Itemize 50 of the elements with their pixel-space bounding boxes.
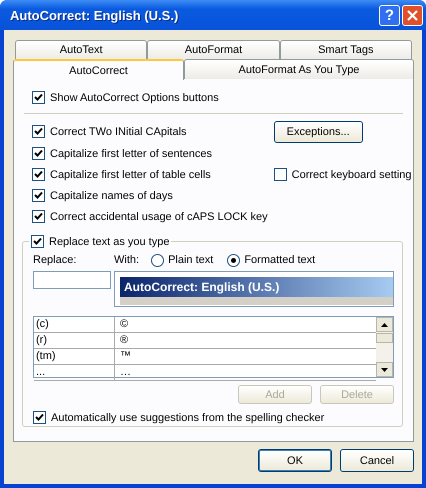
exceptions-button[interactable]: Exceptions...	[274, 121, 363, 143]
close-icon[interactable]	[407, 10, 418, 20]
checkbox[interactable]	[31, 235, 44, 248]
checkbox[interactable]	[32, 168, 45, 181]
radio-button[interactable]	[151, 254, 164, 266]
checkbox-label: Correct accidental usage of cAPS LOCK key	[50, 210, 268, 222]
checkbox-label: Show AutoCorrect Options buttons	[50, 92, 219, 104]
scrollbar[interactable]	[376, 317, 393, 377]
tab[interactable]: AutoFormat	[147, 40, 280, 59]
scroll-up-icon[interactable]	[376, 317, 393, 332]
tab[interactable]: AutoCorrect	[13, 59, 184, 80]
with-label: With:	[114, 254, 140, 266]
checkbox-label: Automatically use suggestions from the spelling checker	[51, 412, 324, 424]
list-row[interactable]: ... …	[34, 365, 376, 381]
tab[interactable]: AutoFormat As You Type	[184, 59, 414, 79]
help-button[interactable]: ?	[379, 4, 400, 26]
checkbox[interactable]	[32, 210, 45, 223]
replace-label: Replace:	[33, 254, 78, 266]
checkbox[interactable]	[32, 147, 45, 160]
checkbox-label: Capitalize first letter of table cells	[50, 168, 211, 180]
tab[interactable]: AutoText	[15, 40, 148, 59]
list-row[interactable]: (c) ©	[34, 317, 376, 333]
checkbox[interactable]	[32, 189, 45, 202]
scroll-down-icon[interactable]	[376, 362, 393, 377]
window-title: AutoCorrect: English (U.S.)	[9, 8, 180, 22]
tab[interactable]: Smart Tags	[280, 40, 412, 59]
replace-cell-text: (r)	[35, 333, 48, 348]
radio-button[interactable]	[227, 254, 240, 266]
checkbox-label: Correct TWo INitial CApitals	[50, 126, 187, 138]
checkbox-label: Capitalize first letter of sentences	[50, 148, 212, 160]
checkbox[interactable]	[33, 411, 46, 424]
checkbox-label: Capitalize names of days	[50, 190, 173, 202]
checkbox[interactable]	[32, 125, 45, 138]
list-row[interactable]: (r) ®	[34, 333, 376, 349]
replace-cell-text: (c)	[35, 317, 50, 332]
checkbox-label: Correct keyboard setting	[292, 168, 412, 180]
replace-cell-text: (tm)	[35, 349, 57, 364]
radio-label: Plain text	[168, 254, 214, 266]
replace-field[interactable]	[33, 271, 111, 289]
dialog-button[interactable]: OK	[258, 449, 332, 472]
replace-cell-text: ...	[35, 365, 46, 380]
radio-label: Formatted text	[244, 254, 316, 266]
checkbox-label: Replace text as you type	[49, 236, 170, 248]
close-button[interactable]	[402, 4, 423, 26]
checkbox[interactable]	[274, 168, 287, 181]
list-row[interactable]: (tm) ™	[34, 349, 376, 365]
dialog-button[interactable]: Cancel	[340, 449, 414, 472]
scroll-thumb[interactable]	[376, 333, 393, 343]
preview-title: AutoCorrect: English (U.S.)	[120, 277, 393, 297]
checkbox[interactable]	[32, 91, 45, 104]
